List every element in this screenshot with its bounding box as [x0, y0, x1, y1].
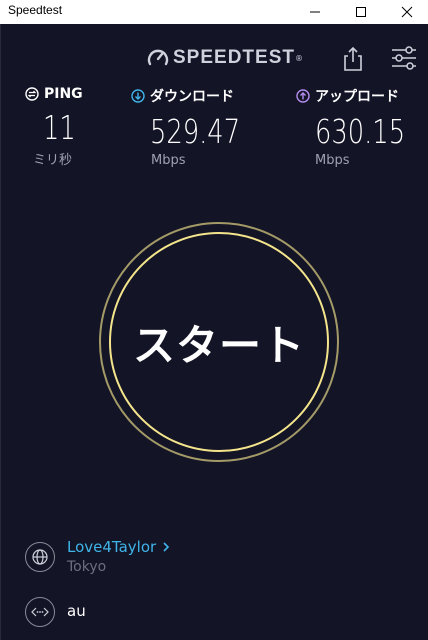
test-server[interactable]: Love4Taylor Tokyo: [25, 538, 325, 578]
server-name-link[interactable]: Love4Taylor: [67, 538, 170, 556]
download-unit: Mbps: [151, 153, 186, 168]
upload-metric: アップロード 630.15 Mbps: [296, 86, 426, 168]
download-arrow-icon: [131, 89, 145, 103]
isp-connection-badge: [25, 597, 55, 627]
connection-icon: [31, 607, 49, 617]
ping-label: PING: [44, 86, 83, 102]
maximize-icon: [356, 7, 366, 17]
share-icon: [344, 46, 362, 71]
ping-header: PING: [25, 86, 105, 102]
globe-icon: [32, 549, 48, 565]
server-location: Tokyo: [67, 559, 107, 575]
isp-name: au: [67, 602, 86, 620]
ping-unit: ミリ秒: [33, 153, 73, 168]
settings-button[interactable]: [390, 46, 418, 70]
chevron-right-icon: [163, 542, 170, 552]
download-value: 529.47: [150, 112, 241, 151]
share-button[interactable]: [341, 46, 365, 72]
ping-value: 11: [43, 108, 76, 147]
download-label: ダウンロード: [150, 89, 234, 105]
window-title: Speedtest: [8, 3, 63, 17]
isp-info: au: [25, 597, 225, 629]
maximize-button[interactable]: [338, 0, 384, 24]
download-metric: ダウンロード 529.47 Mbps: [131, 86, 261, 168]
upload-header: アップロード: [296, 86, 426, 106]
speedtest-logo: SPEEDTEST ®: [147, 46, 303, 70]
upload-arrow-icon: [296, 89, 310, 103]
download-header: ダウンロード: [131, 86, 261, 106]
upload-label: アップロード: [315, 89, 399, 105]
server-name: Love4Taylor: [67, 538, 157, 556]
minimize-button[interactable]: [292, 0, 338, 24]
speedometer-icon: [147, 49, 169, 66]
logo-text: SPEEDTEST: [173, 47, 295, 68]
upload-value: 630.15: [315, 112, 406, 151]
ping-metric: PING 11 ミリ秒: [25, 86, 105, 168]
minimize-icon: [310, 11, 320, 13]
upload-unit: Mbps: [315, 153, 350, 168]
close-button[interactable]: [384, 0, 428, 24]
logo-trademark: ®: [294, 53, 303, 63]
start-button-label: スタート: [132, 320, 305, 370]
server-globe-button: [25, 542, 55, 572]
settings-sliders-icon: [392, 46, 416, 70]
start-button[interactable]: スタート: [109, 232, 329, 452]
window-titlebar: Speedtest: [0, 0, 428, 24]
close-icon: [401, 6, 413, 18]
speedtest-app: SPEEDTEST ® PING 11 ミリ秒 ダウンロード 529.47 Mb…: [0, 24, 428, 640]
ping-icon: [25, 87, 39, 101]
